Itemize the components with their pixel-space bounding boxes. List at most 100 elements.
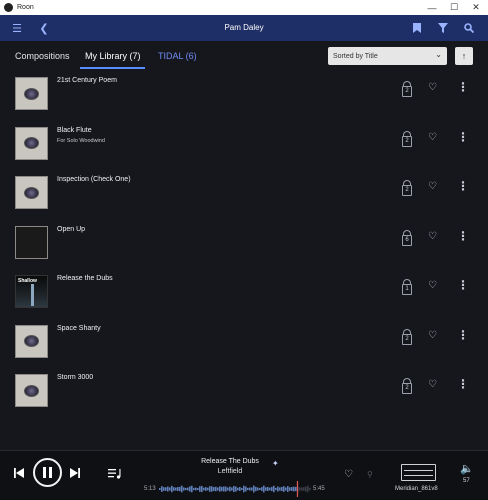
- album-cover[interactable]: [15, 324, 48, 358]
- more-options-icon[interactable]: ⋮: [457, 80, 469, 94]
- album-row[interactable]: Inspection (Check One) 2 ♡ ⋮: [0, 170, 488, 220]
- sort-dropdown[interactable]: Sorted by Title ⌄: [328, 47, 447, 65]
- heart-icon[interactable]: ♡: [428, 82, 437, 93]
- waveform-bar: [227, 487, 229, 491]
- waveform-bar: [271, 486, 273, 492]
- roon-window: Roon — ☐ ✕ ☰ ❮ Pam Daley Compositions My…: [0, 0, 488, 500]
- waveform-bar: [253, 485, 255, 493]
- vinyl-graphic: [24, 87, 39, 100]
- album-cover[interactable]: [15, 374, 48, 407]
- waveform-bar: [307, 485, 309, 493]
- more-options-icon[interactable]: ⋮: [457, 229, 469, 243]
- now-playing-artist[interactable]: Leftfield: [170, 468, 290, 475]
- waveform-bar: [309, 487, 311, 491]
- versions-icon[interactable]: 6: [402, 229, 412, 248]
- tab-tidal[interactable]: TIDAL (6): [158, 51, 197, 61]
- versions-count: 2: [402, 86, 412, 97]
- sort-dropdown-label: Sorted by Title: [333, 52, 378, 60]
- tab-my-library[interactable]: My Library (7): [85, 51, 141, 61]
- versions-icon[interactable]: 1: [402, 279, 412, 297]
- album-cover[interactable]: [15, 126, 48, 160]
- album-cover[interactable]: [15, 77, 48, 110]
- seek-waveform[interactable]: [159, 481, 311, 497]
- search-icon[interactable]: [458, 15, 480, 41]
- heart-icon[interactable]: ♡: [428, 181, 437, 192]
- maximize-icon[interactable]: ☐: [443, 0, 465, 15]
- album-list: 21st Century Poem 2 ♡ ⋮ Black Flute For …: [0, 71, 488, 450]
- zone-name[interactable]: Meridian_861v8: [395, 486, 438, 492]
- album-title[interactable]: Release the Dubs: [57, 275, 113, 282]
- waveform-bar: [221, 486, 223, 492]
- waveform-bar: [187, 487, 189, 491]
- queue-icon[interactable]: [106, 466, 122, 480]
- volume-icon[interactable]: 🔈: [460, 462, 474, 475]
- minimize-icon[interactable]: —: [421, 0, 443, 15]
- album-title[interactable]: Black Flute: [57, 127, 92, 134]
- filter-icon[interactable]: [432, 15, 454, 41]
- waveform-bar: [213, 487, 215, 491]
- waveform-bar: [257, 487, 259, 491]
- bookmark-icon[interactable]: [406, 15, 428, 41]
- waveform-bar: [305, 486, 307, 492]
- pin-icon[interactable]: ⚲: [367, 470, 373, 479]
- album-title[interactable]: Inspection (Check One): [57, 176, 131, 183]
- close-icon[interactable]: ✕: [465, 0, 487, 15]
- album-cover[interactable]: [15, 225, 48, 259]
- album-row[interactable]: Open Up 6 ♡ ⋮: [0, 220, 488, 270]
- waveform-bar: [173, 487, 175, 491]
- more-options-icon[interactable]: ⋮: [457, 328, 469, 342]
- favorite-heart-icon[interactable]: ♡: [344, 469, 353, 480]
- next-track-icon[interactable]: [68, 466, 82, 480]
- waveform-bar: [287, 486, 289, 492]
- album-row[interactable]: 21st Century Poem 2 ♡ ⋮: [0, 71, 488, 121]
- pause-button[interactable]: [33, 458, 62, 487]
- waveform-bar: [289, 487, 291, 491]
- waveform-bar: [169, 487, 171, 491]
- versions-count: 1: [402, 284, 412, 295]
- more-options-icon[interactable]: ⋮: [457, 130, 469, 144]
- album-row[interactable]: Space Shanty 2 ♡ ⋮: [0, 319, 488, 369]
- album-subtitle: For Solo Woodwind: [57, 137, 105, 144]
- album-title[interactable]: Space Shanty: [57, 325, 101, 332]
- heart-icon[interactable]: ♡: [428, 280, 437, 291]
- versions-icon[interactable]: 2: [402, 378, 412, 396]
- heart-icon[interactable]: ♡: [428, 379, 437, 390]
- album-cover[interactable]: [15, 176, 48, 209]
- waveform-bar: [267, 486, 269, 492]
- sort-direction-button[interactable]: ↑: [455, 47, 473, 65]
- heart-icon[interactable]: ♡: [428, 132, 437, 143]
- waveform-bar: [217, 487, 219, 491]
- versions-icon[interactable]: 2: [402, 81, 412, 99]
- waveform-bar: [211, 486, 213, 492]
- heart-icon[interactable]: ♡: [428, 231, 437, 242]
- album-title[interactable]: 21st Century Poem: [57, 77, 117, 84]
- album-row[interactable]: Black Flute For Solo Woodwind 2 ♡ ⋮: [0, 121, 488, 171]
- album-row[interactable]: Shallow Release the Dubs 1 ♡ ⋮: [0, 269, 488, 319]
- audio-device-icon[interactable]: [401, 464, 436, 481]
- versions-icon[interactable]: 2: [402, 328, 412, 347]
- versions-icon[interactable]: 2: [402, 180, 412, 198]
- versions-icon[interactable]: 2: [402, 130, 412, 149]
- waveform-bar: [249, 487, 251, 491]
- volume-level[interactable]: 57: [463, 478, 470, 484]
- tab-compositions[interactable]: Compositions: [15, 51, 70, 61]
- waveform-bar: [207, 487, 209, 491]
- more-options-icon[interactable]: ⋮: [457, 179, 469, 193]
- waveform-bar: [193, 487, 195, 491]
- waveform-bar: [203, 487, 205, 491]
- more-options-icon[interactable]: ⋮: [457, 377, 469, 391]
- waveform-bar: [177, 487, 179, 491]
- waveform-bar: [237, 487, 239, 491]
- album-title[interactable]: Open Up: [57, 226, 85, 233]
- waveform-bar: [215, 486, 217, 492]
- waveform-bar: [201, 485, 203, 493]
- heart-icon[interactable]: ♡: [428, 330, 437, 341]
- more-options-icon[interactable]: ⋮: [457, 278, 469, 292]
- chevron-down-icon: ⌄: [435, 50, 442, 59]
- album-cover[interactable]: Shallow: [15, 275, 48, 308]
- versions-count: 6: [402, 234, 412, 246]
- album-title[interactable]: Storm 3000: [57, 374, 93, 381]
- previous-track-icon[interactable]: [12, 466, 26, 480]
- album-row[interactable]: Storm 3000 2 ♡ ⋮: [0, 368, 488, 418]
- vinyl-graphic: [24, 137, 39, 149]
